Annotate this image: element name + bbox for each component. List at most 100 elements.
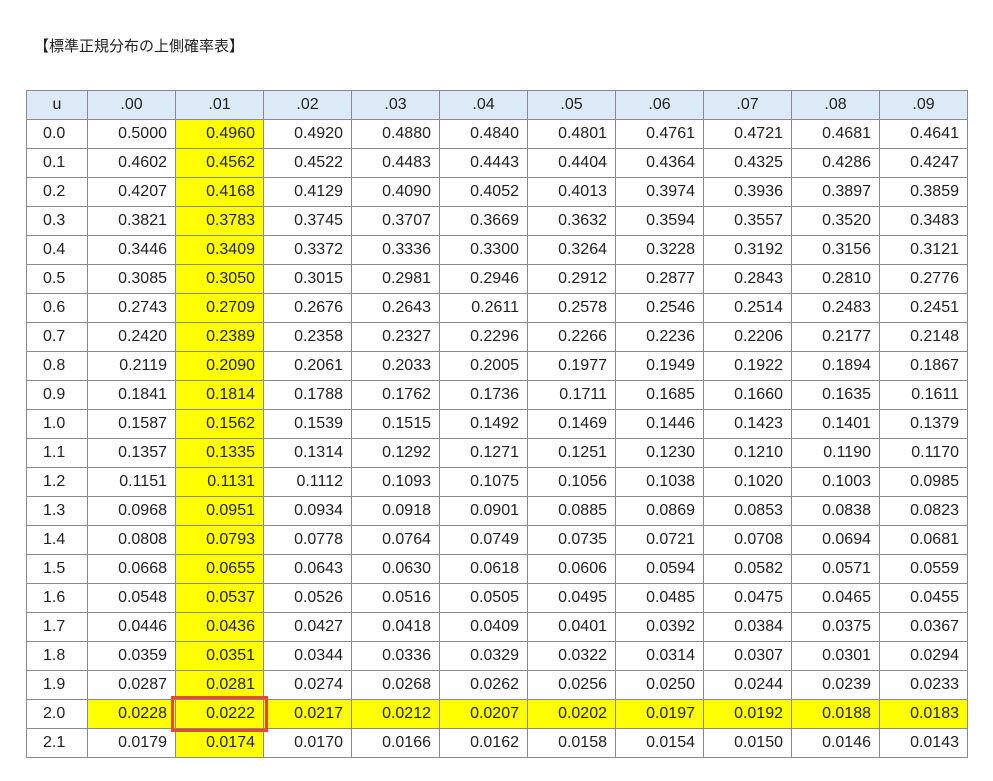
probability-value: 0.0192	[734, 705, 783, 722]
probability-value: 0.2177	[822, 328, 871, 345]
column-header: .02	[263, 90, 352, 120]
probability-value: 0.2236	[646, 328, 695, 345]
probability-cell: 0.0268	[351, 670, 440, 700]
probability-cell: 0.0162	[439, 728, 528, 758]
probability-value: 0.1611	[911, 386, 959, 403]
probability-cell: 0.0202	[527, 699, 616, 729]
row-label-u: 1.1	[26, 438, 88, 468]
probability-cell: 0.3783	[175, 206, 264, 236]
row-label-u: 0.7	[26, 322, 88, 352]
probability-value: 0.0301	[822, 647, 871, 664]
probability-cell: 0.2206	[703, 322, 792, 352]
probability-value: 0.0630	[382, 560, 431, 577]
probability-cell: 0.1736	[439, 380, 528, 410]
table-row: 1.9 0.0287 0.0281 0.0274 0.0268 0.0262 0.0256 0…	[26, 670, 968, 700]
probability-value: 0.4602	[118, 154, 167, 171]
probability-value: 0.2946	[470, 270, 519, 287]
probability-value: 0.1210	[734, 444, 783, 461]
probability-cell: 0.0668	[87, 554, 176, 584]
probability-value: 0.0749	[470, 531, 519, 548]
probability-cell: 0.4761	[615, 119, 704, 149]
probability-cell: 0.0485	[615, 583, 704, 613]
table-header: u .00.01.02.03.04.05.06.07.08.09	[26, 90, 968, 120]
probability-value: 0.2912	[558, 270, 607, 287]
probability-value: 0.2327	[382, 328, 431, 345]
probability-value: 0.2877	[646, 270, 695, 287]
probability-cell: 0.2946	[439, 264, 528, 294]
row-label-u: 1.0	[26, 409, 88, 439]
probability-cell: 0.0475	[703, 583, 792, 613]
probability-cell: 0.0778	[263, 525, 352, 555]
probability-value: 0.3409	[206, 241, 255, 258]
probability-cell: 0.0823	[879, 496, 968, 526]
probability-value: 0.0465	[822, 589, 871, 606]
probability-cell: 0.0418	[351, 612, 440, 642]
probability-value: 0.0143	[910, 734, 959, 751]
probability-value: 0.1292	[382, 444, 431, 461]
probability-cell: 0.4522	[263, 148, 352, 178]
probability-cell: 0.0594	[615, 554, 704, 584]
probability-cell: 0.3409	[175, 235, 264, 265]
probability-cell: 0.0375	[791, 612, 880, 642]
probability-value: 0.0537	[206, 589, 255, 606]
probability-cell: 0.0918	[351, 496, 440, 526]
probability-value: 0.4013	[558, 183, 607, 200]
probability-value: 0.0485	[646, 589, 695, 606]
probability-value: 0.0322	[558, 647, 607, 664]
probability-cell: 0.0516	[351, 583, 440, 613]
probability-value: 0.0918	[382, 502, 431, 519]
probability-cell: 0.3632	[527, 206, 616, 236]
probability-value: 0.0793	[206, 531, 255, 548]
probability-cell: 0.0495	[527, 583, 616, 613]
probability-value: 0.4364	[646, 154, 695, 171]
probability-value: 0.0233	[910, 676, 959, 693]
probability-cell: 0.2148	[879, 322, 968, 352]
probability-value: 0.0446	[118, 618, 167, 635]
column-header: .09	[879, 90, 968, 120]
probability-cell: 0.1711	[527, 380, 616, 410]
probability-value: 0.0708	[734, 531, 783, 548]
probability-cell: 0.2266	[527, 322, 616, 352]
probability-value: 0.1170	[911, 444, 959, 461]
table-row: 0.1 0.4602 0.4562 0.4522 0.4483 0.4443 0.4404 0…	[26, 148, 968, 178]
probability-cell: 0.2296	[439, 322, 528, 352]
probability-value: 0.4090	[382, 183, 431, 200]
probability-cell: 0.3050	[175, 264, 264, 294]
probability-value: 0.0170	[294, 734, 343, 751]
probability-value: 0.0287	[118, 676, 167, 693]
probability-cell: 0.4562	[175, 148, 264, 178]
probability-cell: 0.1131	[175, 467, 264, 497]
probability-value: 0.1587	[118, 415, 167, 432]
probability-value: 0.0668	[118, 560, 167, 577]
row-label-u: 1.5	[26, 554, 88, 584]
probability-cell: 0.0150	[703, 728, 792, 758]
probability-value: 0.1711	[559, 386, 607, 403]
probability-value: 0.0618	[470, 560, 519, 577]
probability-cell: 0.0314	[615, 641, 704, 671]
probability-cell: 0.0228	[87, 699, 176, 729]
probability-value: 0.0594	[646, 560, 695, 577]
probability-cell: 0.0436	[175, 612, 264, 642]
target-probability-cell: 0.0222	[171, 696, 268, 732]
probability-cell: 0.2709	[175, 293, 264, 323]
probability-value: 0.4761	[646, 125, 695, 142]
probability-value: 0.1446	[646, 415, 695, 432]
probability-value: 0.3228	[646, 241, 695, 258]
probability-value: 0.3520	[822, 212, 871, 229]
probability-value: 0.0427	[294, 618, 343, 635]
row-label-u: 0.1	[26, 148, 88, 178]
probability-cell: 0.3594	[615, 206, 704, 236]
probability-value: 0.1151	[119, 473, 167, 490]
probability-cell: 0.0934	[263, 496, 352, 526]
probability-value: 0.4920	[294, 125, 343, 142]
probability-cell: 0.2514	[703, 293, 792, 323]
probability-value: 0.1230	[646, 444, 695, 461]
probability-cell: 0.1685	[615, 380, 704, 410]
probability-value: 0.3372	[294, 241, 343, 258]
probability-cell: 0.1251	[527, 438, 616, 468]
probability-value: 0.1492	[470, 415, 519, 432]
probability-cell: 0.0465	[791, 583, 880, 613]
probability-cell: 0.2389	[175, 322, 264, 352]
probability-value: 0.2843	[734, 270, 783, 287]
probability-cell: 0.2776	[879, 264, 968, 294]
